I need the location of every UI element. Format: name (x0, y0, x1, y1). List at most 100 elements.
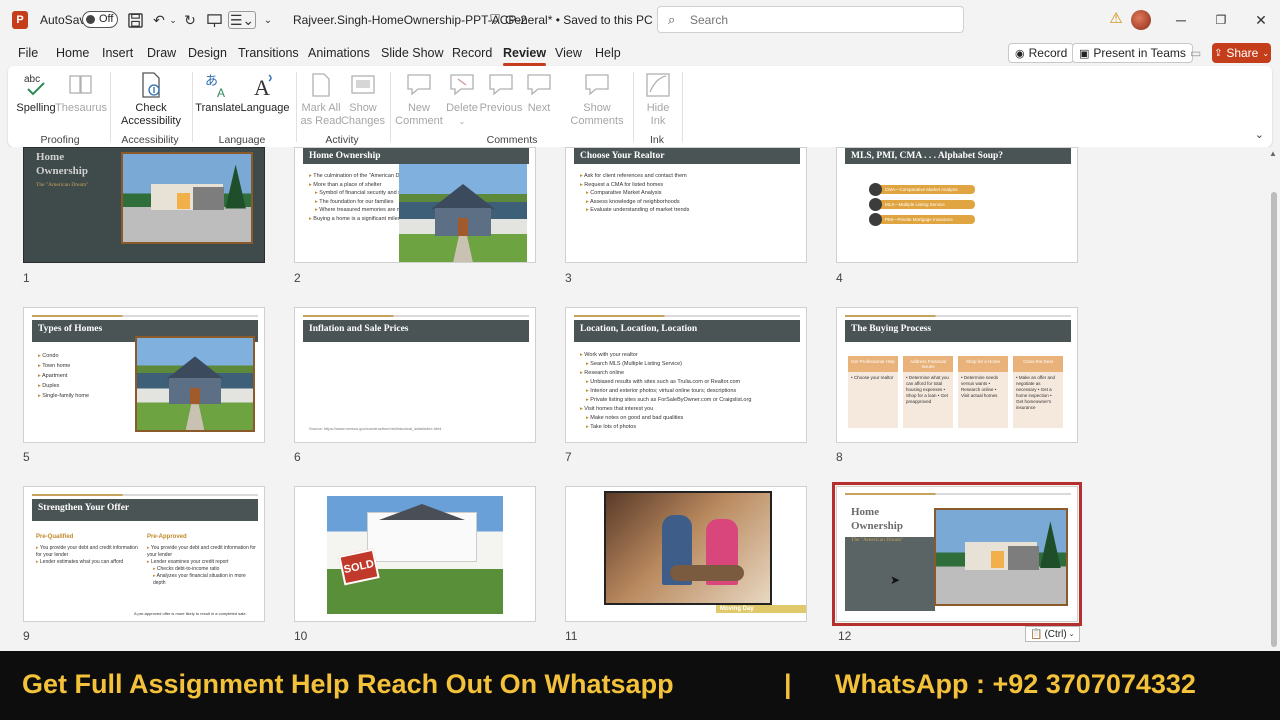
tab-transitions[interactable]: Transitions (238, 46, 299, 60)
tab-record[interactable]: Record (452, 46, 492, 60)
show-changes-button[interactable]: Show Changes (340, 70, 386, 128)
thesaurus-icon (66, 70, 96, 100)
slide-8-title: The Buying Process (845, 320, 1071, 342)
warning-icon[interactable]: ⚠ (1108, 11, 1124, 27)
toggle-knob (86, 15, 95, 24)
thesaurus-button[interactable]: Thesaurus (55, 70, 107, 115)
delete-comment-button[interactable]: Delete ⌄ (444, 70, 480, 128)
slide-thumbnail-4[interactable]: MLS, PMI, CMA . . . Alphabet Soup? CMA—C… (836, 147, 1078, 263)
banner-separator: | (784, 669, 792, 699)
chevron-down-icon: ⌄ (458, 117, 466, 126)
comments-icon[interactable]: ▭ (1190, 46, 1201, 60)
save-icon[interactable] (127, 11, 143, 29)
avatar[interactable] (1131, 10, 1151, 30)
slide-thumbnail-9[interactable]: Strengthen Your Offer Pre-Qualified Pre-… (23, 486, 265, 622)
slide-thumbnail-8[interactable]: The Buying Process Get Professional Help… (836, 307, 1078, 443)
slide-number-4: 4 (836, 271, 843, 285)
shield-icon: ⛉ (490, 12, 500, 27)
language-button[interactable]: A Language (240, 70, 290, 115)
slide-thumbnail-11[interactable]: Moving Day (565, 486, 807, 622)
bullet: Work with your realtor (584, 352, 638, 358)
slide-thumbnail-12[interactable]: Home Ownership The "American Dream" ➤ (832, 482, 1082, 626)
translate-label: Translate (195, 102, 241, 114)
slide-3-title: Choose Your Realtor (574, 148, 800, 164)
svg-text:A: A (254, 75, 270, 99)
record-button[interactable]: ◉ Record (1008, 43, 1075, 63)
title-bar: P AutoSave Off ↶ ⌄ ↻ ☰⌄ ⌄ Rajveer.Singh-… (0, 0, 1280, 40)
slide-number-5: 5 (23, 450, 30, 464)
autosave-toggle[interactable]: Off (82, 11, 118, 28)
vertical-scrollbar[interactable]: ▲ (1268, 147, 1280, 651)
tab-slide-show[interactable]: Slide Show (381, 46, 444, 60)
collapse-ribbon-icon[interactable]: ⌄ (1255, 128, 1264, 141)
slide-number-7: 7 (565, 450, 572, 464)
undo-dropdown-icon[interactable]: ⌄ (169, 11, 177, 29)
slide-thumbnail-5[interactable]: Types of Homes ▸ Condo ▸ Town home ▸ Apa… (23, 307, 265, 443)
bullet: Private listing sites such as ForSaleByO… (590, 397, 752, 403)
hide-ink-icon (643, 70, 673, 100)
tab-review[interactable]: Review (503, 46, 547, 66)
slide-thumbnail-3[interactable]: Choose Your Realtor ▸ Ask for client ref… (565, 147, 807, 263)
language-label: Language (240, 102, 290, 114)
pre-qualified-heading: Pre-Qualified (36, 534, 74, 540)
bullet: Request a CMA for listed homes (584, 181, 664, 188)
slide-thumbnail-10[interactable]: SOLD (294, 486, 536, 622)
tab-file[interactable]: File (18, 46, 38, 60)
redo-icon[interactable]: ↻ (181, 11, 199, 29)
check-accessibility-label-2: Accessibility (121, 115, 181, 127)
paste-options-button[interactable]: 📋 (Ctrl) ⌄ (1025, 626, 1080, 642)
pre-approved-bullets: ▸ You provide your debt and credit infor… (147, 545, 256, 586)
customize-toolbar-icon[interactable]: ⌄ (262, 11, 274, 29)
next-comment-button[interactable]: Next (522, 70, 556, 115)
translate-button[interactable]: あA Translate (195, 70, 241, 115)
tab-animations[interactable]: Animations (308, 46, 370, 60)
close-icon[interactable]: ✕ (1251, 10, 1271, 30)
show-changes-label-1: Show (349, 102, 377, 114)
banner-left-text: Get Full Assignment Help Reach Out On Wh… (22, 669, 674, 699)
minimize-icon[interactable]: ─ (1171, 10, 1191, 30)
search-box[interactable]: ⌕ (657, 6, 964, 33)
undo-icon[interactable]: ↶ (150, 11, 168, 29)
modern-house-image (934, 508, 1068, 606)
process-step-text: • Determine what you can afford for tota… (906, 375, 949, 404)
tab-insert[interactable]: Insert (102, 46, 133, 60)
tab-design[interactable]: Design (188, 46, 227, 60)
bullet: Condo (42, 353, 59, 359)
show-comments-button[interactable]: Show Comments (566, 70, 628, 128)
share-button[interactable]: ⇪ Share ⌄ (1212, 43, 1271, 63)
sensitivity-label[interactable]: General* • Saved to this PC (505, 13, 653, 27)
slide-number-2: 2 (294, 271, 301, 285)
bullets-list-icon[interactable]: ☰⌄ (228, 11, 256, 29)
slide-thumbnail-6[interactable]: Inflation and Sale Prices Source: https:… (294, 307, 536, 443)
slide-thumbnail-7[interactable]: Location, Location, Location ▸ Work with… (565, 307, 807, 443)
mark-all-as-read-button[interactable]: Mark All as Read (300, 70, 342, 128)
slide-2-title: Home Ownership (303, 148, 529, 164)
share-label: Share (1226, 46, 1259, 60)
mark-all-label-1: Mark All (301, 102, 341, 114)
new-comment-button[interactable]: New Comment (394, 70, 444, 128)
check-accessibility-button[interactable]: Check Accessibility (114, 70, 188, 128)
tab-home[interactable]: Home (56, 46, 89, 60)
previous-comment-button[interactable]: Previous (480, 70, 522, 115)
tab-draw[interactable]: Draw (147, 46, 176, 60)
present-in-teams-button[interactable]: ▣ Present in Teams (1072, 43, 1193, 63)
search-input[interactable] (690, 11, 950, 29)
scroll-up-icon[interactable]: ▲ (1269, 149, 1277, 158)
restore-icon[interactable]: ❐ (1211, 10, 1231, 30)
hide-ink-button[interactable]: Hide Ink (638, 70, 678, 128)
group-separator (192, 72, 193, 142)
slide-thumbnail-1[interactable]: Home Ownership The "American Dream" (23, 147, 265, 263)
bullet: Search MLS (Multiple Listing Service) (590, 361, 682, 367)
tab-help[interactable]: Help (595, 46, 621, 60)
spelling-button[interactable]: abc Spelling (16, 70, 56, 115)
show-changes-label-2: Changes (340, 115, 386, 127)
slide-6-title: Inflation and Sale Prices (303, 320, 529, 342)
tab-view[interactable]: View (555, 46, 582, 60)
show-comments-label-1: Show (583, 102, 611, 114)
present-from-beginning-icon[interactable] (205, 11, 223, 29)
scrollbar-thumb[interactable] (1271, 192, 1277, 647)
bullet: Lender estimates what you can afford (39, 559, 124, 565)
check-accessibility-label-1: Check (135, 102, 167, 114)
chevron-down-icon: ⌄ (1068, 631, 1075, 638)
slide-thumbnail-2[interactable]: Home Ownership ▸ The culmination of the … (294, 147, 536, 263)
